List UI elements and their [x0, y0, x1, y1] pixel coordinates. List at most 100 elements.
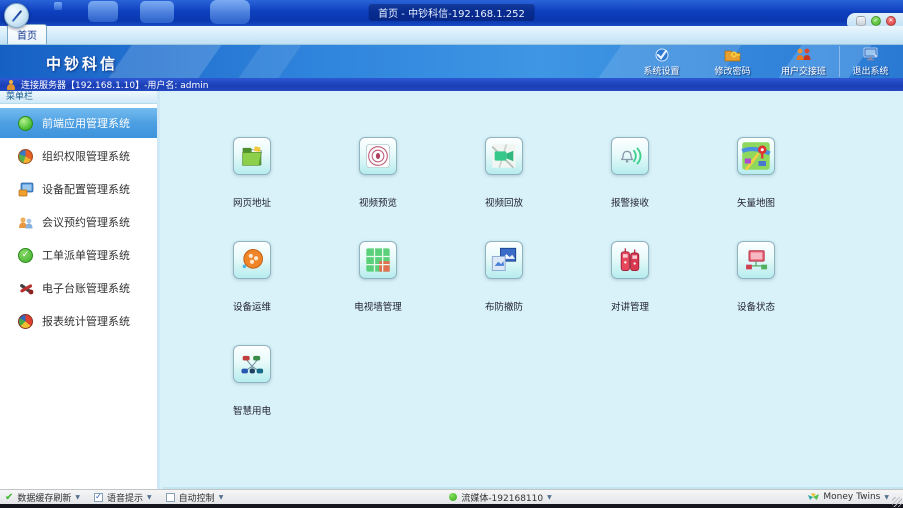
user-icon — [6, 80, 15, 90]
app-label: 电视墙管理 — [354, 299, 402, 313]
sidebar-item-meeting-booking[interactable]: 会议预约管理系统 — [0, 207, 157, 237]
header: 中钞科信 系统设置 修改密 — [0, 45, 903, 78]
header-streak — [108, 45, 221, 78]
cache-refresh-label: 数据缓存刷新 — [17, 491, 71, 504]
device-status-icon — [737, 241, 775, 279]
system-settings-button[interactable]: 系统设置 — [626, 46, 697, 77]
app-device-status[interactable]: 设备状态 — [693, 241, 819, 345]
money-twins-control[interactable]: Money Twins — [808, 492, 889, 502]
app-logo-icon[interactable] — [4, 3, 29, 28]
titlebar-ghost-icon — [140, 1, 174, 23]
alarm-receive-icon — [611, 137, 649, 175]
sidebar-item-device-config[interactable]: 设备配置管理系统 — [0, 174, 157, 204]
app-label: 对讲管理 — [611, 299, 649, 313]
close-button[interactable] — [886, 16, 896, 26]
app-arm-disarm[interactable]: 布防撤防 — [441, 241, 567, 345]
e-ledger-icon — [17, 280, 34, 297]
auto-control-checkbox[interactable] — [166, 493, 175, 502]
sidebar-item-label: 电子台账管理系统 — [42, 280, 130, 296]
app-tv-wall[interactable]: 电视墙管理 — [315, 241, 441, 345]
cache-refresh-control[interactable]: 数据缓存刷新 — [5, 491, 80, 504]
auto-control-label: 自动控制 — [179, 491, 215, 504]
auto-control-control[interactable]: 自动控制 — [166, 491, 224, 504]
main-content: 网页地址 视频预览 — [163, 91, 903, 489]
app-video-playback[interactable]: 视频回放 — [441, 137, 567, 241]
money-twins-icon — [808, 492, 819, 502]
maximize-button[interactable] — [871, 16, 881, 26]
work-order-icon — [17, 247, 34, 264]
sidebar-item-label: 工单派单管理系统 — [42, 247, 130, 263]
sidebar-item-label: 报表统计管理系统 — [42, 313, 130, 329]
resize-grip[interactable] — [892, 497, 902, 507]
tab-strip: 首页 — [0, 26, 903, 45]
connection-bar: 连接服务器【192.168.1.10】-用户名: admin — [0, 78, 903, 91]
sidebar-item-work-order[interactable]: 工单派单管理系统 — [0, 240, 157, 270]
sidebar-item-front-app[interactable]: 前端应用管理系统 — [0, 108, 157, 138]
vector-map-icon — [737, 137, 775, 175]
window-controls — [856, 16, 896, 26]
titlebar-ghost-icon — [210, 0, 250, 24]
shift-handover-icon — [795, 47, 813, 63]
settings-icon — [653, 47, 671, 63]
app-label: 设备状态 — [737, 299, 775, 313]
action-label: 修改密码 — [714, 64, 750, 77]
user-shift-button[interactable]: 用户交接班 — [768, 46, 839, 77]
app-label: 智慧用电 — [233, 403, 271, 417]
video-preview-icon — [359, 137, 397, 175]
sidebar: 菜单栏 前端应用管理系统 组织权限管理系统 设备配置管理系统 — [0, 91, 160, 489]
org-permission-icon — [17, 148, 34, 165]
smart-power-icon — [233, 345, 271, 383]
app-window: 首页 - 中钞科信-192.168.1.252 首页 中钞科信 系统设置 — [0, 0, 903, 508]
sidebar-item-report-stats[interactable]: 报表统计管理系统 — [0, 306, 157, 336]
action-label: 用户交接班 — [781, 64, 826, 77]
dropdown-arrow-icon[interactable] — [147, 492, 152, 502]
app-alarm-receive[interactable]: 报警接收 — [567, 137, 693, 241]
stream-media-label: 流媒体-192168110 — [461, 491, 543, 504]
app-vector-map[interactable]: 矢量地图 — [693, 137, 819, 241]
action-label: 系统设置 — [643, 64, 679, 77]
webpage-icon — [233, 137, 271, 175]
sidebar-item-label: 设备配置管理系统 — [42, 181, 130, 197]
online-status-icon — [449, 493, 457, 501]
device-config-icon — [17, 181, 34, 198]
tv-wall-icon — [359, 241, 397, 279]
exit-icon — [862, 47, 880, 63]
titlebar-ghost-icon — [54, 2, 62, 10]
sidebar-item-label: 前端应用管理系统 — [42, 115, 130, 131]
dropdown-arrow-icon[interactable] — [884, 492, 889, 502]
sidebar-item-e-ledger[interactable]: 电子台账管理系统 — [0, 273, 157, 303]
app-device-ops[interactable]: 设备运维 — [189, 241, 315, 345]
sidebar-menu: 前端应用管理系统 组织权限管理系统 设备配置管理系统 — [0, 104, 157, 336]
voice-prompt-checkbox[interactable] — [94, 493, 103, 502]
dropdown-arrow-icon[interactable] — [75, 492, 80, 502]
meeting-booking-icon — [17, 214, 34, 231]
report-stats-icon — [17, 313, 34, 330]
app-intercom[interactable]: 对讲管理 — [567, 241, 693, 345]
check-icon — [5, 492, 13, 503]
app-grid: 网页地址 视频预览 — [163, 91, 903, 449]
minimize-button[interactable] — [856, 16, 866, 26]
intercom-icon — [611, 241, 649, 279]
sidebar-item-label: 会议预约管理系统 — [42, 214, 130, 230]
stream-media-control[interactable]: 流媒体-192168110 — [449, 491, 551, 504]
app-smart-power[interactable]: 智慧用电 — [189, 345, 315, 449]
arm-disarm-icon — [485, 241, 523, 279]
sidebar-item-label: 组织权限管理系统 — [42, 148, 130, 164]
connection-status-text: 连接服务器【192.168.1.10】-用户名: admin — [21, 78, 208, 91]
app-label: 矢量地图 — [737, 195, 775, 209]
voice-prompt-control[interactable]: 语音提示 — [94, 491, 152, 504]
change-password-button[interactable]: 修改密码 — [697, 46, 768, 77]
app-label: 布防撤防 — [485, 299, 523, 313]
header-actions: 系统设置 修改密码 — [626, 46, 901, 77]
app-label: 视频回放 — [485, 195, 523, 209]
app-video-preview[interactable]: 视频预览 — [315, 137, 441, 241]
app-label: 设备运维 — [233, 299, 271, 313]
video-playback-icon — [485, 137, 523, 175]
dropdown-arrow-icon[interactable] — [547, 492, 552, 502]
dropdown-arrow-icon[interactable] — [219, 492, 224, 502]
app-label: 视频预览 — [359, 195, 397, 209]
password-icon — [724, 47, 742, 63]
app-webpage[interactable]: 网页地址 — [189, 137, 315, 241]
exit-system-button[interactable]: 退出系统 — [839, 46, 901, 77]
sidebar-item-org-permission[interactable]: 组织权限管理系统 — [0, 141, 157, 171]
